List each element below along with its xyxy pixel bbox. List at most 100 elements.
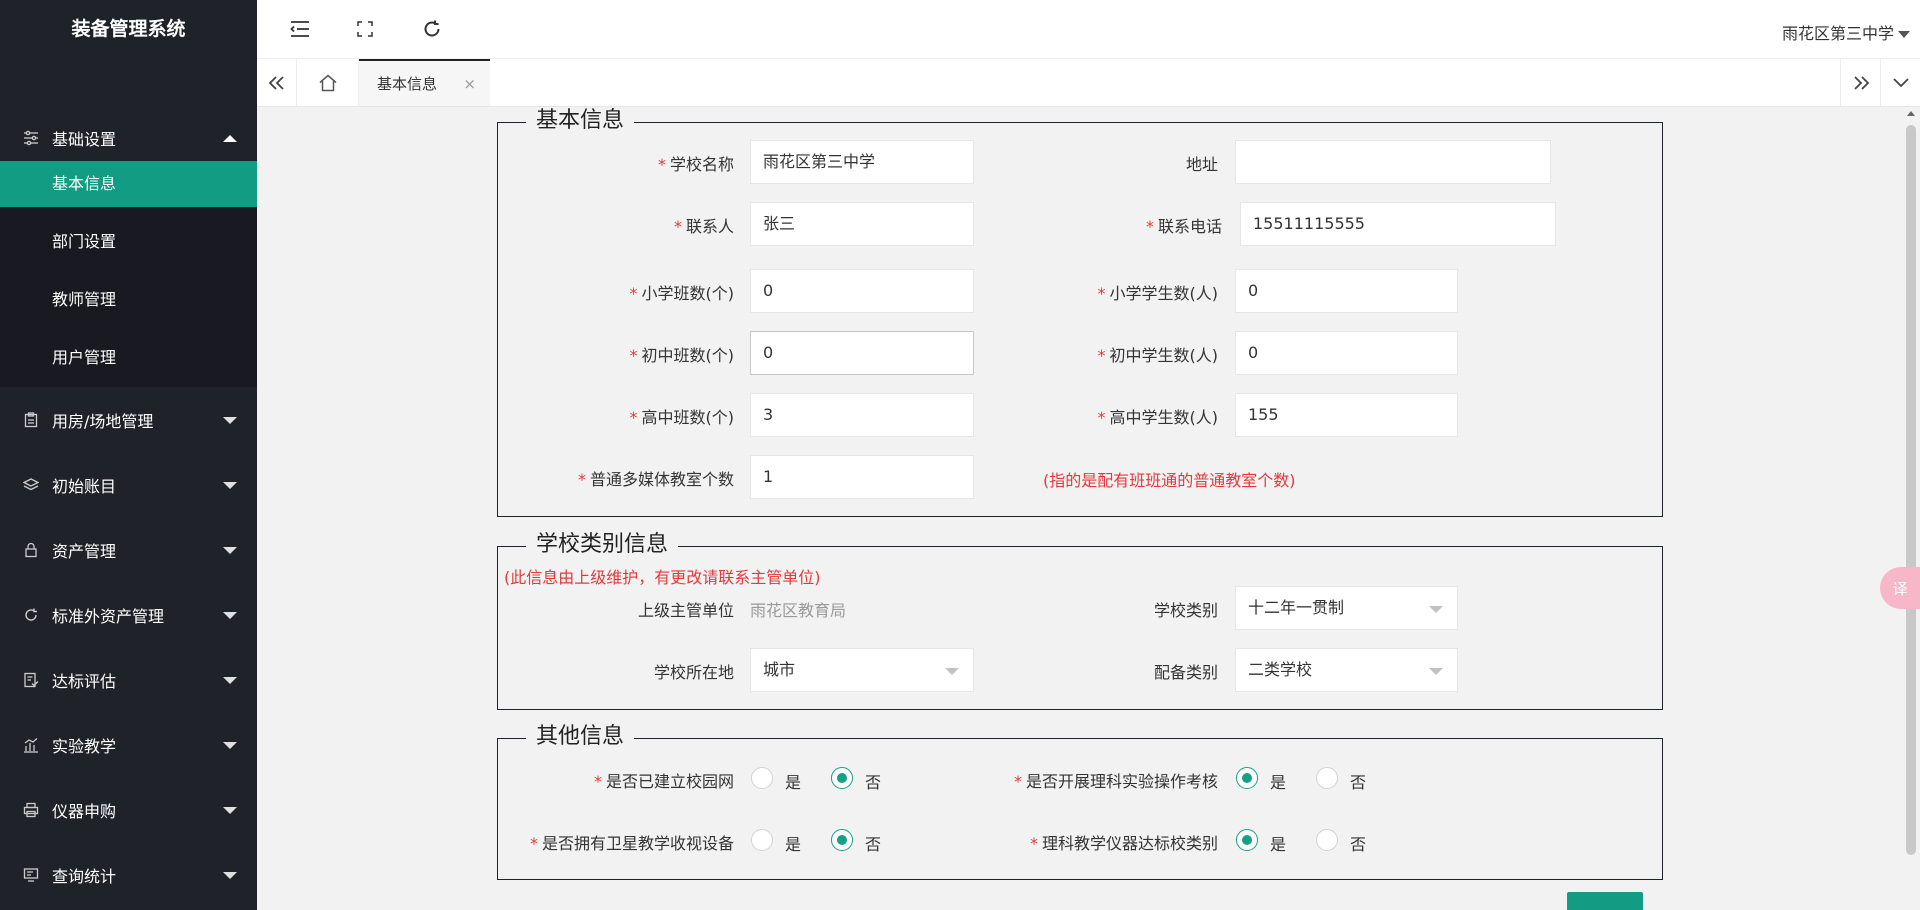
menu-basic-settings[interactable]: 基础设置 [0,115,257,161]
refresh-icon [22,606,40,624]
menu-initial-accounts-label: 初始账目 [52,476,117,496]
menu-collapse-icon[interactable] [289,18,311,40]
chevron-down-icon [223,611,237,619]
science-exam-yes-label: 是 [1270,773,1287,792]
other-info-section: 其他信息 * 是否已建立校园网 是 否 * 是否开展理科实验操作考核 是 否 * 是否… [497,723,1663,880]
sidebar-item-users[interactable]: 用户管理 [0,329,257,387]
chart-icon [22,736,40,754]
caret-down-icon [1898,31,1910,38]
menu-assets[interactable]: 资产管理 [0,517,257,582]
menu-instrument-purchase-label: 仪器申购 [52,801,117,821]
category-note: (此信息由上级维护，有更改请联系主管单位) [504,568,821,587]
menu-experiment-teaching[interactable]: 实验教学 [0,712,257,777]
chevron-down-icon [223,546,237,554]
multimedia-label: * 普通多媒体教室个数 [577,470,734,489]
clipboard-icon [22,411,40,429]
sidebar: 装备管理系统 基础设置 基本信息 部门设置 教师管理 用户管理 用房/场地管理 … [0,0,257,910]
other-info-legend: 其他信息 [526,723,635,751]
multimedia-hint: (指的是配有班班通的普通教室个数) [1043,471,1296,490]
instrument-std-no-radio[interactable] [1316,829,1338,851]
home-icon[interactable] [297,59,359,106]
scrollbar-thumb[interactable] [1906,125,1916,855]
primary-students-label: * 小学学生数(人) [1097,284,1219,303]
refresh-icon[interactable] [421,18,443,40]
monitor-icon [22,866,40,884]
science-exam-no-radio[interactable] [1316,767,1338,789]
scroll-up-arrow-icon[interactable] [1907,111,1915,116]
sidebar-item-basic-info[interactable]: 基本信息 [0,161,257,207]
instrument-std-label: * 理科教学仪器达标校类别 [1029,834,1218,853]
school-type-value: 十二年一贯制 [1248,598,1345,617]
menu-nonstandard-assets[interactable]: 标准外资产管理 [0,582,257,647]
menu-evaluation[interactable]: 达标评估 [0,647,257,712]
sidebar-menu: 基础设置 基本信息 部门设置 教师管理 用户管理 用房/场地管理 初始账目 资产… [0,115,257,907]
menu-query-stats-label: 查询统计 [52,866,117,886]
category-info-legend: 学校类别信息 [526,531,679,559]
menu-assets-label: 资产管理 [52,541,117,561]
chevron-up-icon [223,135,237,142]
tab-scroll-left-icon[interactable] [257,59,297,106]
basic-settings-submenu: 基本信息 部门设置 教师管理 用户管理 [0,161,257,387]
address-label: 地址 [1185,155,1218,174]
menu-rooms-label: 用房/场地管理 [52,411,154,431]
school-switcher[interactable]: 雨花区第三中学 [1782,20,1910,44]
checklist-icon [22,671,40,689]
address-input[interactable] [1235,140,1551,184]
science-exam-no-label: 否 [1350,773,1367,792]
primary-students-input[interactable]: 0 [1235,269,1458,313]
printer-icon [22,801,40,819]
instrument-std-yes-radio[interactable] [1236,829,1258,851]
tab-basic-info-label: 基本信息 [377,75,438,93]
close-icon[interactable]: × [463,75,476,93]
senior-students-input[interactable]: 155 [1235,393,1458,437]
chevron-down-icon [223,481,237,489]
school-type-select[interactable]: 十二年一贯制 [1235,586,1458,630]
save-button[interactable] [1567,892,1643,910]
menu-rooms[interactable]: 用房/场地管理 [0,387,257,452]
school-switcher-label: 雨花区第三中学 [1781,24,1894,43]
equip-type-value: 二类学校 [1248,660,1313,679]
basic-info-section: 基本信息 * 学校名称 雨花区第三中学 地址 * 联系人 张三 * 联系电话 1551… [497,107,1663,517]
senior-students-label: * 高中学生数(人) [1097,408,1219,427]
sliders-icon [22,129,40,147]
science-exam-yes-radio[interactable] [1236,767,1258,789]
phone-label: * 联系电话 [1145,217,1222,236]
menu-nonstandard-assets-label: 标准外资产管理 [52,606,165,626]
phone-input[interactable]: 15511115555 [1240,202,1556,246]
menu-instrument-purchase[interactable]: 仪器申购 [0,777,257,842]
menu-experiment-teaching-label: 实验教学 [52,736,117,756]
top-header: 雨花区第三中学 [257,0,1920,59]
basic-info-legend: 基本信息 [526,107,635,135]
chevron-down-icon [223,806,237,814]
tab-basic-info[interactable]: 基本信息 × [359,59,490,106]
tab-scroll-right-icon[interactable] [1840,59,1880,106]
menu-query-stats[interactable]: 查询统计 [0,842,257,907]
tab-bar: 基本信息 × [257,59,1920,107]
lock-icon [22,541,40,559]
multimedia-input[interactable]: 1 [750,455,974,499]
school-type-label: 学校类别 [1153,601,1218,620]
chevron-down-icon [223,416,237,424]
equip-type-label: 配备类别 [1153,663,1218,682]
tab-menu-chevron-down-icon[interactable] [1880,59,1920,106]
sidebar-item-department[interactable]: 部门设置 [0,213,257,271]
category-info-section: 学校类别信息 (此信息由上级维护，有更改请联系主管单位) 上级主管单位 雨花区教… [497,531,1663,710]
chevron-down-icon [223,871,237,879]
chevron-down-icon [223,741,237,749]
sidebar-item-teachers[interactable]: 教师管理 [0,271,257,329]
equip-type-select[interactable]: 二类学校 [1235,648,1458,692]
menu-basic-settings-label: 基础设置 [52,130,117,149]
app-title: 装备管理系统 [71,18,186,40]
caret-down-icon [1429,606,1443,613]
science-exam-label: * 是否开展理科实验操作考核 [1013,772,1218,791]
caret-down-icon [1429,668,1443,675]
junior-students-input[interactable]: 0 [1235,331,1458,375]
instrument-std-no-label: 否 [1350,835,1367,854]
fullscreen-icon[interactable] [354,18,376,40]
instrument-std-yes-label: 是 [1270,835,1287,854]
menu-evaluation-label: 达标评估 [52,671,117,691]
junior-students-label: * 初中学生数(人) [1097,346,1219,365]
menu-initial-accounts[interactable]: 初始账目 [0,452,257,517]
translate-float-button[interactable]: 译 [1880,567,1920,609]
chevron-down-icon [223,676,237,684]
